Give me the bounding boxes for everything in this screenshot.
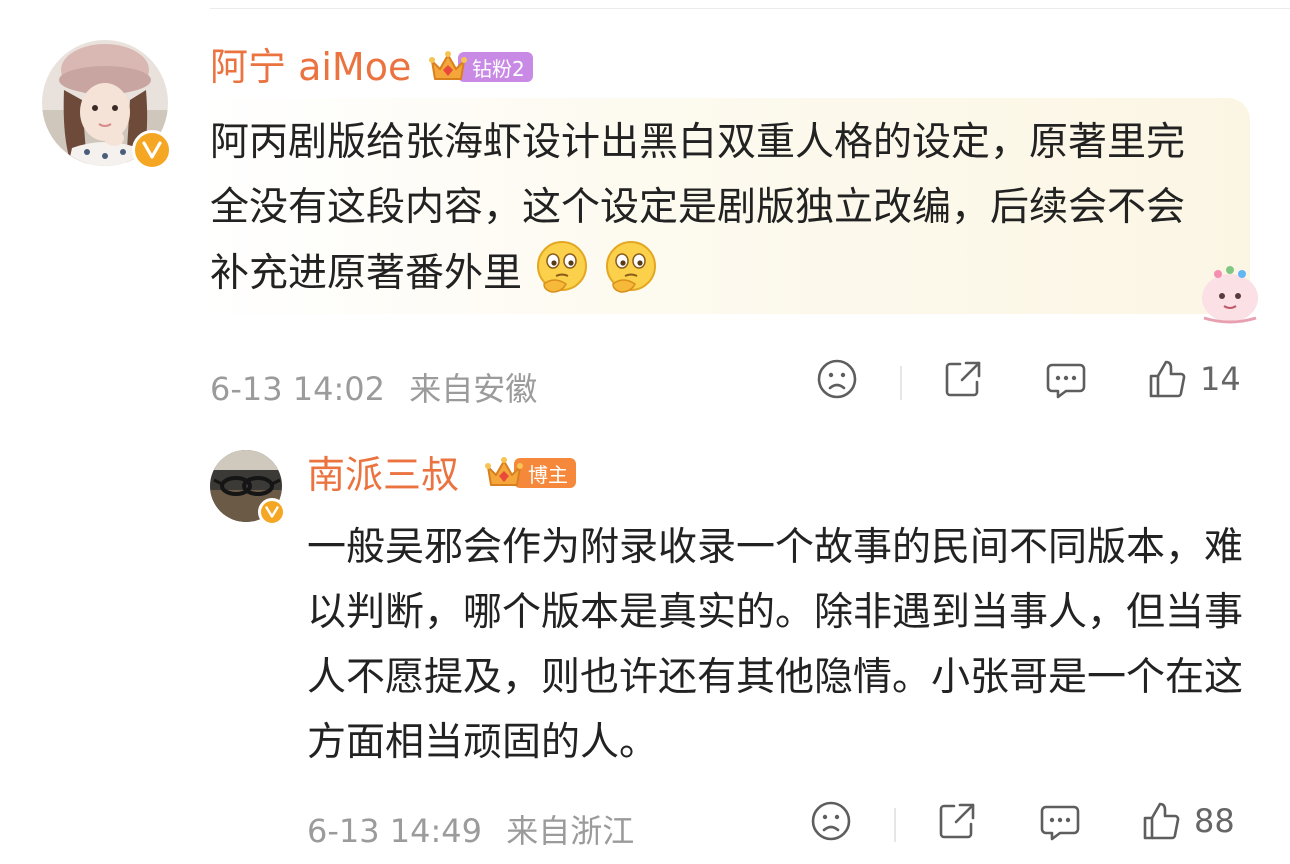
crown-icon bbox=[485, 457, 523, 486]
comment-meta: 6-13 14:49 来自浙江 bbox=[307, 806, 634, 852]
thinking-face-emoji bbox=[534, 240, 590, 316]
avatar[interactable] bbox=[210, 450, 286, 526]
action-bar: 14 bbox=[800, 358, 1260, 408]
location: 来自浙江 bbox=[506, 812, 635, 850]
comment-text: 阿丙剧版给张海虾设计出黑白双重人格的设定，原著里完全没有这段内容，这个设定是剧版… bbox=[210, 110, 1210, 316]
like-button[interactable]: 88 bbox=[1140, 800, 1235, 842]
comment-button[interactable] bbox=[1044, 358, 1088, 402]
comment-text: 一般吴邪会作为附录收录一个故事的民间不同版本，难以判断，哪个版本是真实的。除非遇… bbox=[307, 525, 1244, 765]
share-button[interactable] bbox=[936, 800, 978, 842]
like-button[interactable]: 14 bbox=[1146, 358, 1241, 400]
dislike-button[interactable] bbox=[816, 358, 858, 400]
crown-icon bbox=[429, 51, 467, 80]
fan-badge[interactable]: 钻粉2 bbox=[428, 51, 533, 82]
comment-thread: 阿宁 aiMoe 钻粉2 阿丙剧版给张海虾设计出黑白双重人格的设定，原著里完全没… bbox=[0, 0, 1290, 864]
divider bbox=[210, 8, 1290, 9]
share-icon bbox=[945, 361, 981, 397]
divider bbox=[894, 808, 896, 842]
fan-badge-label: 钻粉2 bbox=[458, 52, 533, 82]
timestamp: 6-13 14:02 bbox=[210, 370, 386, 408]
avatar[interactable] bbox=[42, 40, 172, 170]
comment-bubble-icon bbox=[1040, 805, 1080, 841]
frown-face-icon bbox=[817, 359, 857, 399]
action-bar: 88 bbox=[794, 800, 1264, 850]
share-button[interactable] bbox=[942, 358, 984, 400]
thumbs-up-icon bbox=[1149, 360, 1186, 398]
username[interactable]: 阿宁 aiMoe bbox=[210, 48, 411, 86]
comment-bubble-icon bbox=[1046, 363, 1086, 399]
decoration-sticker bbox=[1202, 266, 1258, 324]
divider bbox=[900, 366, 902, 400]
blogger-badge[interactable]: 博主 bbox=[484, 457, 576, 488]
comment-meta: 6-13 14:02 来自安徽 bbox=[210, 364, 537, 410]
like-count: 14 bbox=[1200, 360, 1241, 398]
thumbs-up-icon bbox=[1143, 802, 1180, 840]
share-icon bbox=[939, 803, 975, 839]
username[interactable]: 南派三叔 bbox=[307, 456, 459, 494]
verified-v-icon bbox=[132, 130, 172, 170]
thinking-face-emoji bbox=[603, 240, 659, 316]
frown-face-icon bbox=[811, 801, 851, 841]
dislike-button[interactable] bbox=[810, 800, 852, 842]
comment-body: 阿丙剧版给张海虾设计出黑白双重人格的设定，原著里完全没有这段内容，这个设定是剧版… bbox=[210, 120, 1186, 296]
comment-button[interactable] bbox=[1038, 800, 1082, 844]
like-count: 88 bbox=[1194, 802, 1235, 840]
location: 来自安徽 bbox=[409, 370, 538, 408]
timestamp: 6-13 14:49 bbox=[307, 812, 483, 850]
verified-v-icon bbox=[258, 498, 286, 526]
